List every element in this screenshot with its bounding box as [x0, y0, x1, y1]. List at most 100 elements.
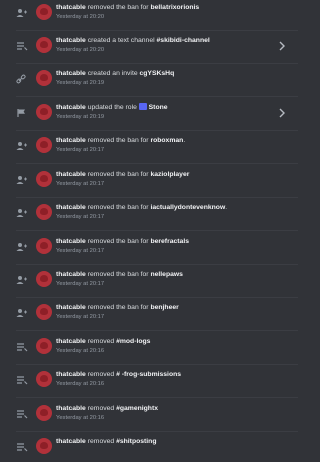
divider — [16, 30, 298, 31]
action-text: removed — [85, 438, 117, 445]
entry-timestamp: Yesterday at 20:20 — [56, 14, 105, 20]
channel-icon — [16, 409, 28, 419]
action-text: removed the ban for — [85, 137, 151, 144]
actor-name: thatcable — [56, 238, 86, 245]
audit-log-entry[interactable]: thatcable removed the ban for iactuallyd… — [16, 200, 298, 231]
target-name: # -frog-submissions — [116, 371, 182, 378]
avatar — [36, 104, 52, 120]
actor-name: thatcable — [56, 371, 86, 378]
audit-log-entry[interactable]: thatcable created an invite cgYSKsHq Yest… — [16, 66, 298, 97]
divider — [16, 431, 298, 432]
action-text: removed — [85, 338, 117, 345]
actor-name: thatcable — [56, 4, 86, 11]
channel-icon — [16, 41, 28, 51]
entry-timestamp: Yesterday at 20:16 — [56, 415, 105, 421]
action-text: removed — [85, 371, 117, 378]
action-text: removed the ban for — [85, 171, 151, 178]
entry-timestamp: Yesterday at 20:17 — [56, 181, 105, 187]
audit-log-entry[interactable]: thatcable updated the role Stone Yesterda… — [16, 100, 298, 131]
entry-timestamp: Yesterday at 20:17 — [56, 248, 105, 254]
action-text: removed the ban for — [85, 204, 151, 211]
divider — [16, 130, 298, 131]
target-name: roboxman — [150, 137, 184, 144]
entry-summary: thatcable removed the ban for nellepaws — [56, 270, 274, 279]
target-name: kaziolplayer — [150, 171, 190, 178]
avatar — [36, 37, 52, 53]
actor-name: thatcable — [56, 137, 86, 144]
avatar — [36, 238, 52, 254]
member-icon — [16, 208, 28, 218]
divider — [16, 96, 298, 97]
audit-log-entry[interactable]: thatcable removed the ban for bellatrixo… — [16, 0, 298, 31]
audit-log-entry[interactable]: thatcable removed #gamenightx Yesterday a… — [16, 401, 298, 432]
entry-timestamp: Yesterday at 20:19 — [56, 114, 105, 120]
avatar — [36, 137, 52, 153]
avatar — [36, 271, 52, 287]
action-text: created an invite — [85, 70, 140, 77]
audit-log-entry[interactable]: thatcable removed the ban for roboxman. Y… — [16, 133, 298, 164]
action-text: removed the ban for — [85, 304, 151, 311]
action-text: removed — [85, 405, 117, 412]
member-icon — [16, 242, 28, 252]
entry-summary: thatcable removed the ban for berefracta… — [56, 237, 274, 246]
actor-name: thatcable — [56, 70, 86, 77]
entry-timestamp: Yesterday at 20:17 — [56, 147, 105, 153]
entry-summary: thatcable removed the ban for iactuallyd… — [56, 204, 228, 211]
audit-log-entry[interactable]: thatcable removed #shitposting — [16, 434, 298, 462]
target-name: benjheer — [150, 304, 179, 311]
chevron-right-icon[interactable] — [278, 41, 286, 51]
divider — [16, 330, 298, 331]
entry-timestamp: Yesterday at 20:19 — [56, 80, 105, 86]
action-text: removed the ban for — [85, 238, 151, 245]
avatar — [36, 70, 52, 86]
invite-icon — [16, 74, 28, 84]
divider — [16, 197, 298, 198]
entry-timestamp: Yesterday at 20:16 — [56, 348, 105, 354]
avatar — [36, 204, 52, 220]
avatar — [36, 304, 52, 320]
target-name: #shitposting — [116, 438, 157, 445]
entry-timestamp: Yesterday at 20:17 — [56, 214, 105, 220]
divider — [16, 230, 298, 231]
audit-log-entry[interactable]: thatcable removed # -frog-submissions Yes… — [16, 367, 298, 398]
actor-name: thatcable — [56, 104, 86, 111]
audit-log-entry[interactable]: thatcable removed the ban for nellepaws Y… — [16, 267, 298, 298]
entry-summary: thatcable removed #mod-logs — [56, 337, 274, 346]
avatar — [36, 405, 52, 421]
audit-log-entry[interactable]: thatcable removed #mod-logs Yesterday at … — [16, 334, 298, 365]
chevron-right-icon[interactable] — [278, 108, 286, 118]
target-name: Stone — [148, 104, 168, 111]
audit-log-entry[interactable]: thatcable removed the ban for kaziolplay… — [16, 167, 298, 198]
entry-timestamp: Yesterday at 20:17 — [56, 314, 105, 320]
audit-log-entry[interactable]: thatcable removed the ban for berefracta… — [16, 234, 298, 265]
actor-name: thatcable — [56, 304, 86, 311]
audit-log-entry[interactable]: thatcable created a text channel #skibid… — [16, 33, 298, 64]
avatar — [36, 171, 52, 187]
member-icon — [16, 8, 28, 18]
target-name: nellepaws — [150, 271, 183, 278]
entry-summary: thatcable removed the ban for roboxman. — [56, 137, 186, 144]
actor-name: thatcable — [56, 204, 86, 211]
actor-name: thatcable — [56, 171, 86, 178]
divider — [16, 63, 298, 64]
member-icon — [16, 275, 28, 285]
target-name: bellatrixorionis — [150, 4, 200, 11]
entry-summary: thatcable created an invite cgYSKsHq — [56, 69, 274, 78]
target-name: #gamenightx — [116, 405, 159, 412]
member-icon — [16, 175, 28, 185]
action-text: created a text channel — [85, 37, 157, 44]
entry-summary: thatcable removed the ban for kaziolplay… — [56, 170, 274, 179]
entry-timestamp: Yesterday at 20:16 — [56, 381, 105, 387]
entry-summary: thatcable removed the ban for benjheer — [56, 303, 274, 312]
entry-timestamp: Yesterday at 20:20 — [56, 47, 105, 53]
action-text: updated the role — [85, 104, 139, 111]
member-icon — [16, 141, 28, 151]
entry-summary: thatcable removed #gamenightx — [56, 404, 274, 413]
avatar — [36, 438, 52, 454]
divider — [16, 364, 298, 365]
target-name: cgYSKsHq — [139, 70, 175, 77]
member-icon — [16, 308, 28, 318]
target-name: iactuallydontevenknow — [150, 204, 226, 211]
actor-name: thatcable — [56, 405, 86, 412]
audit-log-entry[interactable]: thatcable removed the ban for benjheer Ye… — [16, 300, 298, 331]
